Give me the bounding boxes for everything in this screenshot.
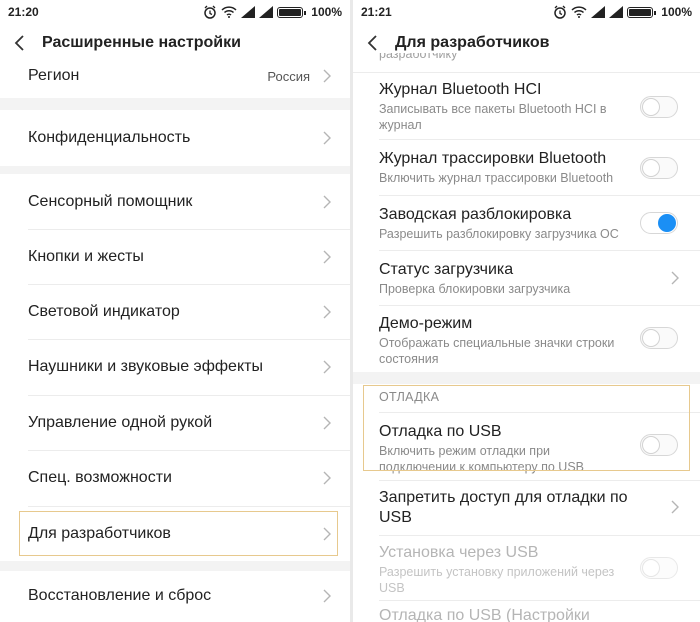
section-gap bbox=[0, 98, 350, 110]
menu-item-accessibility[interactable]: Спец. возможности bbox=[0, 450, 350, 506]
chevron-right-icon bbox=[323, 471, 331, 485]
divider bbox=[379, 535, 700, 536]
bluetooth-trace-log-toggle[interactable] bbox=[640, 157, 678, 179]
menu-item-one-handed[interactable]: Управление одной рукой bbox=[0, 395, 350, 450]
setting-title: Заводская разблокировка bbox=[379, 206, 572, 223]
setting-subtitle: Отображать специальные значки строки сос… bbox=[379, 336, 615, 366]
signal-icon-2 bbox=[259, 6, 274, 18]
region-label: Регион bbox=[28, 67, 80, 84]
chevron-right-icon bbox=[323, 589, 331, 603]
battery-level: 100% bbox=[311, 5, 342, 19]
menu-item-label: Кнопки и жесты bbox=[28, 247, 144, 265]
toggle-knob bbox=[642, 329, 660, 347]
region-value: Россия bbox=[267, 68, 310, 84]
advanced-settings-screen: 21:20 100% Расширенные настройки Регион … bbox=[0, 0, 350, 622]
setting-subtitle: Разрешить разблокировку загрузчика ОС bbox=[379, 227, 619, 241]
menu-item-label: Управление одной рукой bbox=[28, 413, 213, 431]
section-gap bbox=[0, 166, 350, 174]
divider bbox=[379, 600, 700, 601]
back-arrow-icon bbox=[367, 35, 377, 51]
developer-options-screen: 21:21 100% Для разработчиков разработчик… bbox=[353, 0, 700, 622]
divider bbox=[379, 139, 700, 140]
highlight-frame bbox=[19, 511, 338, 556]
menu-item-label: Восстановление и сброс bbox=[28, 587, 212, 604]
divider bbox=[353, 72, 700, 73]
page-title: Для разработчиков bbox=[395, 34, 550, 51]
setting-title: Статус загрузчика bbox=[379, 261, 514, 278]
cut-off-subtitle: разработчику bbox=[379, 53, 458, 61]
setting-title: Журнал Bluetooth HCI bbox=[379, 81, 542, 98]
battery-level: 100% bbox=[661, 5, 692, 19]
toggle-knob bbox=[642, 559, 660, 577]
setting-title: Отладка по USB (Настройки bbox=[379, 607, 590, 622]
oem-unlock-toggle[interactable] bbox=[640, 212, 678, 234]
back-button[interactable] bbox=[367, 32, 389, 54]
status-bar: 21:21 100% bbox=[353, 0, 700, 24]
menu-item-privacy[interactable]: Конфиденциальность bbox=[0, 110, 350, 166]
menu-item-label: Спец. возможности bbox=[28, 469, 172, 486]
chevron-right-icon bbox=[323, 416, 331, 429]
battery-icon bbox=[277, 6, 307, 18]
setting-bootloader-status[interactable]: Статус загрузчика Проверка блокировки за… bbox=[353, 260, 700, 297]
setting-subtitle: Разрешить установку приложений через USB bbox=[379, 565, 615, 595]
page-title: Расширенные настройки bbox=[42, 34, 241, 51]
setting-subtitle: Записывать все пакеты Bluetooth HCI в жу… bbox=[379, 102, 607, 132]
signal-icon bbox=[241, 6, 256, 18]
setting-title: Журнал трассировки Bluetooth bbox=[379, 150, 607, 167]
setting-title: Запретить доступ для отладки по USB bbox=[379, 489, 628, 526]
section-gap bbox=[353, 372, 700, 384]
menu-item-label: Сенсорный помощник bbox=[28, 192, 193, 210]
chevron-right-icon bbox=[671, 500, 679, 514]
bluetooth-hci-log-toggle[interactable] bbox=[640, 96, 678, 118]
setting-title: Установка через USB bbox=[379, 544, 539, 561]
status-bar: 21:20 100% bbox=[0, 0, 350, 24]
battery-icon bbox=[627, 6, 657, 18]
menu-item-label: Световой индикатор bbox=[28, 302, 180, 320]
demo-mode-toggle[interactable] bbox=[640, 327, 678, 349]
toggle-knob bbox=[658, 214, 676, 232]
chevron-right-icon bbox=[671, 271, 679, 285]
wifi-icon bbox=[571, 6, 587, 18]
divider bbox=[379, 480, 700, 481]
toggle-knob bbox=[642, 98, 660, 116]
alarm-icon bbox=[204, 5, 217, 19]
toggle-knob bbox=[642, 159, 660, 177]
menu-item-label: Конфиденциальность bbox=[28, 129, 191, 146]
install-via-usb-toggle[interactable] bbox=[640, 557, 678, 579]
menu-item-headphones-sound[interactable]: Наушники и звуковые эффекты bbox=[0, 339, 350, 395]
signal-icon bbox=[591, 6, 606, 18]
divider bbox=[379, 305, 700, 306]
chevron-right-icon bbox=[323, 195, 331, 208]
section-gap bbox=[0, 561, 350, 571]
status-time: 21:20 bbox=[8, 5, 39, 19]
setting-revoke-usb-debugging[interactable]: Запретить доступ для отладки по USB bbox=[353, 488, 700, 528]
chevron-right-icon bbox=[323, 131, 331, 145]
setting-usb-debugging-security[interactable]: Отладка по USB (Настройки bbox=[353, 606, 700, 622]
chevron-right-icon bbox=[323, 360, 331, 374]
divider bbox=[379, 195, 700, 196]
menu-item-backup-reset[interactable]: Восстановление и сброс bbox=[0, 571, 350, 621]
setting-subtitle: Проверка блокировки загрузчика bbox=[379, 282, 571, 296]
signal-icon-2 bbox=[609, 6, 624, 18]
status-time: 21:21 bbox=[361, 5, 392, 19]
menu-item-buttons-gestures[interactable]: Кнопки и жесты bbox=[0, 229, 350, 284]
wifi-icon bbox=[221, 6, 237, 18]
alarm-icon bbox=[554, 5, 567, 19]
menu-item-led-indicator[interactable]: Световой индикатор bbox=[0, 284, 350, 339]
setting-subtitle: Включить журнал трассировки Bluetooth bbox=[379, 171, 614, 185]
screen-header: Расширенные настройки bbox=[0, 24, 350, 62]
region-row[interactable]: Регион Россия bbox=[0, 62, 350, 90]
menu-item-label: Наушники и звуковые эффекты bbox=[28, 358, 263, 375]
chevron-right-icon bbox=[323, 305, 331, 318]
menu-item-touch-assistant[interactable]: Сенсорный помощник bbox=[0, 174, 350, 229]
highlight-frame bbox=[363, 385, 690, 471]
back-button[interactable] bbox=[14, 32, 36, 54]
chevron-right-icon bbox=[323, 69, 331, 83]
back-arrow-icon bbox=[14, 35, 24, 51]
chevron-right-icon bbox=[323, 250, 331, 263]
setting-title: Демо-режим bbox=[379, 315, 473, 332]
divider bbox=[379, 250, 700, 251]
